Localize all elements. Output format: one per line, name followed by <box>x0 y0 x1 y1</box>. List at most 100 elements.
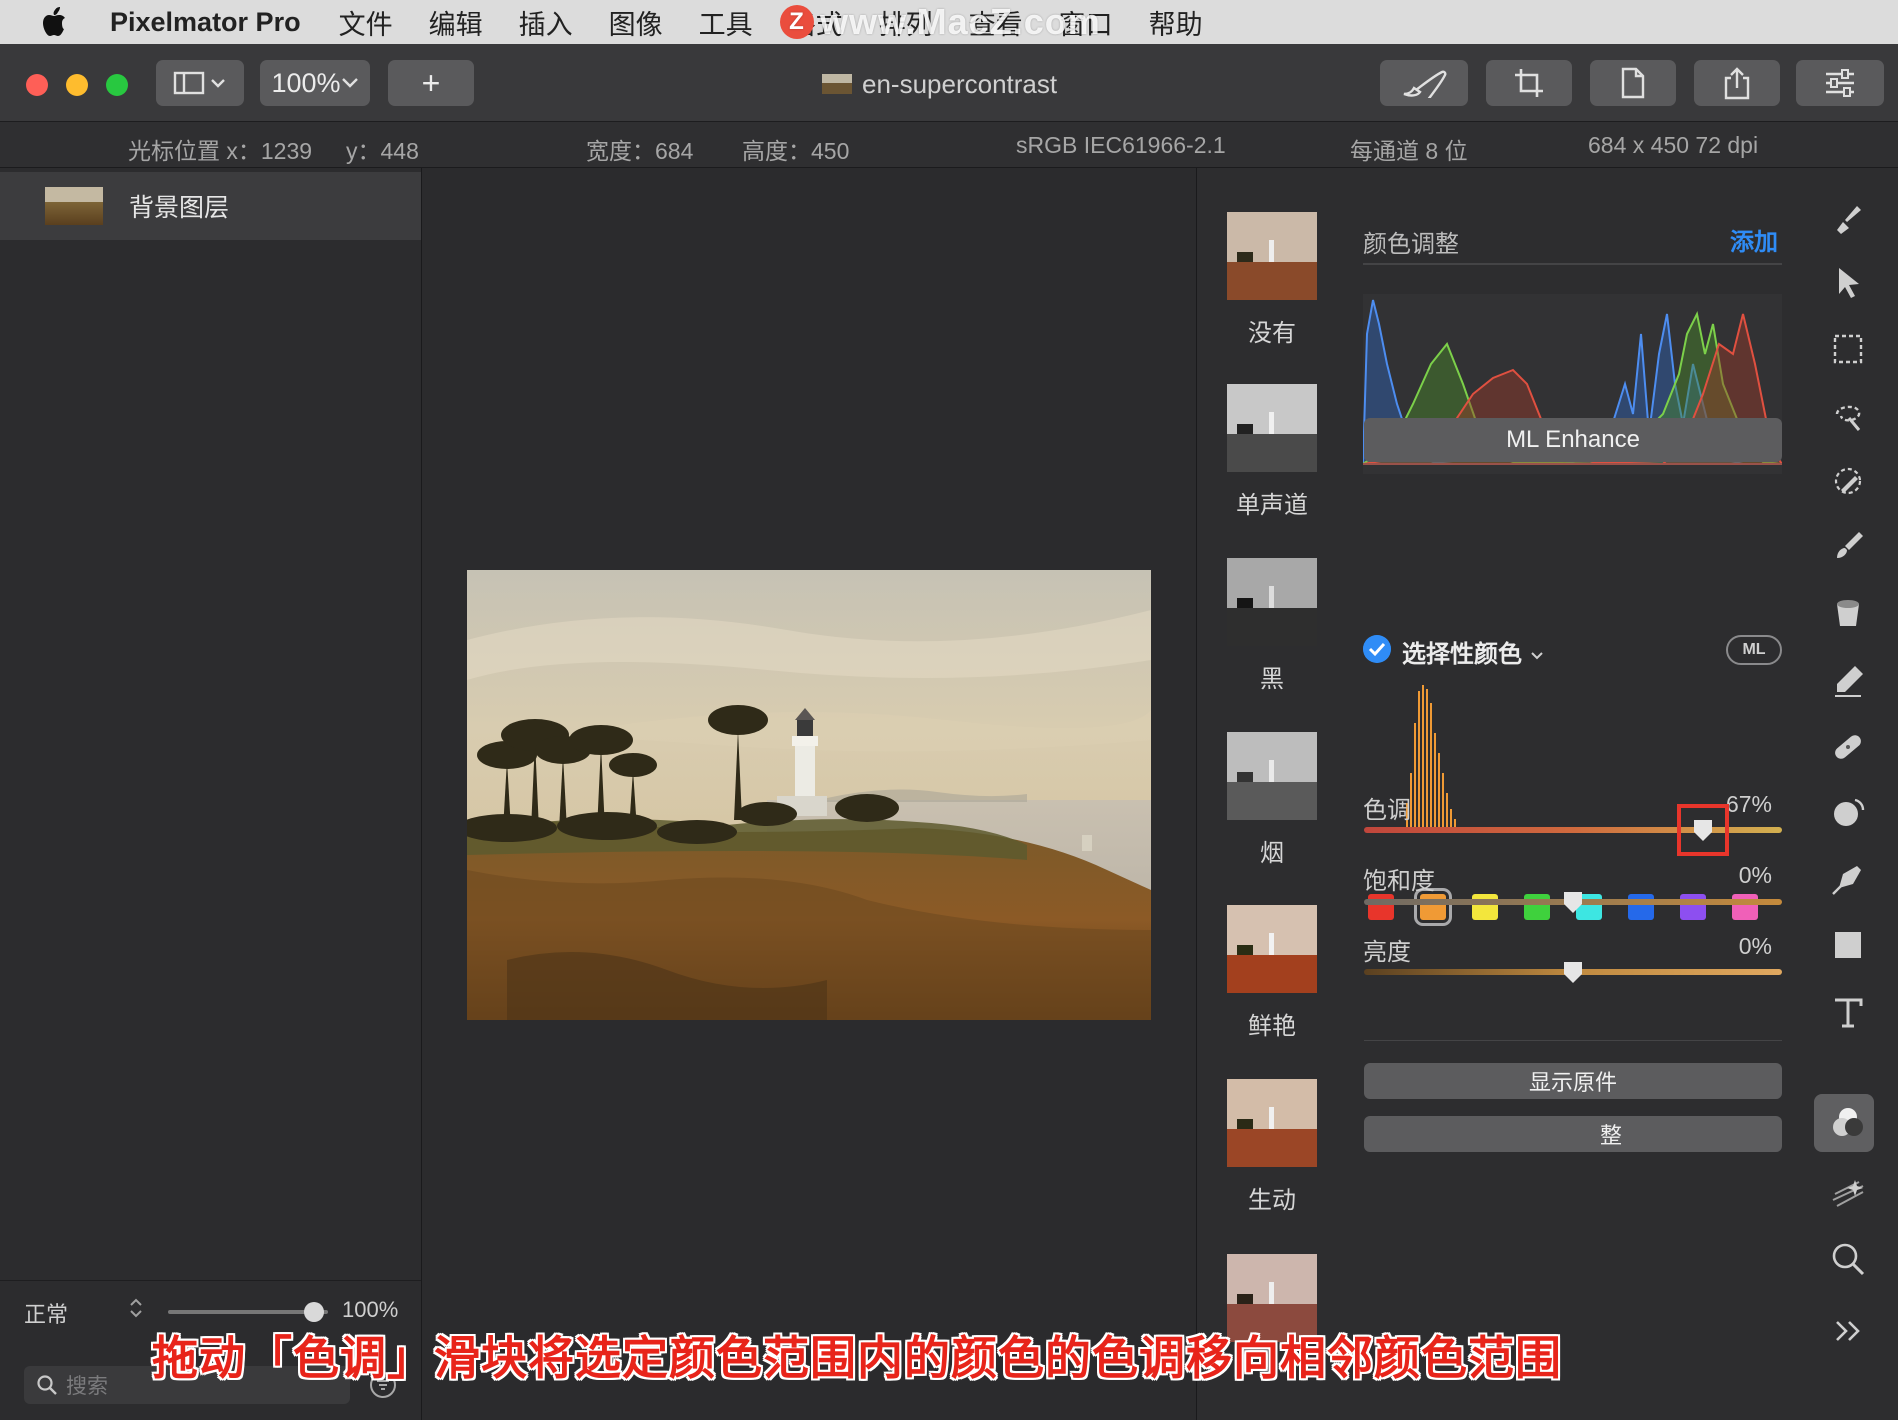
selective-color-label: 选择性颜色 <box>1402 641 1522 668</box>
blend-mode-select[interactable]: 正常 <box>24 1297 68 1329</box>
effects-tool[interactable] <box>1829 1174 1867 1212</box>
opacity-slider-knob[interactable] <box>304 1302 324 1322</box>
preset-label: 鲜艳 <box>1248 1013 1296 1040</box>
zoom-value: 100% <box>271 67 341 98</box>
preset-vivid[interactable]: 鲜艳 <box>1227 905 1317 1041</box>
canvas-image[interactable] <box>467 570 1151 1020</box>
document-title: en-supercontrast <box>822 66 1057 102</box>
layer-row[interactable]: 背景图层 <box>0 172 421 240</box>
brightness-slider-knob[interactable] <box>1562 960 1584 984</box>
menu-help[interactable]: 帮助 <box>1149 3 1203 42</box>
pen-tool[interactable] <box>1829 860 1867 898</box>
ml-enhance-label: ML Enhance <box>1506 426 1640 453</box>
rect-select-tool[interactable] <box>1829 330 1867 368</box>
layer-thumbnail <box>45 187 103 225</box>
color-swatch[interactable] <box>1732 894 1758 920</box>
sidebar-toggle-button[interactable] <box>156 60 244 106</box>
divider <box>1364 1040 1782 1041</box>
bit-depth: 每通道 8 位 <box>1350 138 1468 164</box>
paint-brush-icon <box>1837 206 1861 234</box>
image-height: 高度：450 <box>742 138 850 164</box>
add-adjustment-button[interactable]: 添加 <box>1730 222 1778 257</box>
lasso-tool[interactable] <box>1829 396 1867 434</box>
reset-label: 整 <box>1599 1123 1622 1148</box>
sidebar-icon <box>173 71 225 95</box>
toolbar: 100% + en-supercontrast <box>0 44 1898 122</box>
color-swatch[interactable] <box>1368 894 1394 920</box>
shape-tool[interactable] <box>1829 926 1867 964</box>
zoom-tool[interactable] <box>1829 1240 1867 1278</box>
preset-mono[interactable]: 单声道 <box>1227 384 1317 520</box>
retouch-tool[interactable] <box>1829 728 1867 766</box>
menu-tools[interactable]: 工具 <box>699 3 753 42</box>
document-button[interactable] <box>1590 60 1676 106</box>
brush-tool[interactable] <box>1829 528 1867 566</box>
preset-thumbnail <box>1227 1079 1317 1167</box>
preset-lively[interactable]: 生动 <box>1227 1079 1317 1215</box>
document-thumbnail <box>822 74 852 94</box>
apple-icon[interactable] <box>38 4 72 40</box>
menu-app-name[interactable]: Pixelmator Pro <box>110 7 301 38</box>
selective-color-checkbox[interactable] <box>1363 635 1391 663</box>
show-original-label: 显示原件 <box>1528 1070 1617 1095</box>
more-tools-button[interactable] <box>1829 1312 1867 1350</box>
hue-label: 色调 <box>1363 797 1411 824</box>
crop-button[interactable] <box>1486 60 1572 106</box>
close-window-button[interactable] <box>26 74 48 96</box>
reset-adjustments-button[interactable]: 整 <box>1364 1116 1782 1152</box>
add-button[interactable]: + <box>388 60 474 106</box>
color-swatch[interactable] <box>1680 894 1706 920</box>
color-adjust-tool[interactable] <box>1829 1104 1867 1142</box>
cursor-y: y：448 <box>346 138 419 164</box>
color-swatch[interactable] <box>1472 894 1498 920</box>
arrange-tool[interactable] <box>1829 264 1867 302</box>
preset-label: 单声道 <box>1236 492 1308 519</box>
type-tool[interactable] <box>1829 994 1867 1032</box>
preset-label: 没有 <box>1248 320 1296 347</box>
ml-auto-button[interactable]: ML <box>1726 635 1782 665</box>
up-down-chevron-icon[interactable] <box>128 1295 144 1321</box>
paint-brush-tool[interactable] <box>1829 200 1867 238</box>
info-bar: 光标位置 x：1239 y：448 宽度：684 高度：450 sRGB IEC… <box>0 122 1898 168</box>
color-swatch[interactable] <box>1524 894 1550 920</box>
menu-file[interactable]: 文件 <box>339 3 393 42</box>
lasso-icon <box>1835 405 1861 431</box>
saturation-value: 0% <box>1738 862 1772 888</box>
preset-black[interactable]: 黑 <box>1227 558 1317 694</box>
color-swatch[interactable] <box>1628 894 1654 920</box>
bucket-icon <box>1837 600 1859 626</box>
opacity-slider[interactable] <box>168 1302 328 1322</box>
fill-tool[interactable] <box>1829 594 1867 632</box>
zoom-dropdown[interactable]: 100% <box>260 60 370 106</box>
zoom-icon <box>1832 1243 1865 1276</box>
ml-enhance-button[interactable]: ML Enhance <box>1364 418 1782 462</box>
menu-edit[interactable]: 编辑 <box>429 3 483 42</box>
effects-icon <box>1832 1180 1864 1207</box>
erase-tool[interactable] <box>1829 662 1867 700</box>
preset-smoke[interactable]: 烟 <box>1227 732 1317 868</box>
menu-image[interactable]: 图像 <box>609 3 663 42</box>
preset-thumbnail <box>1227 384 1317 472</box>
color-picker-tool[interactable] <box>1829 462 1867 500</box>
distort-tool[interactable] <box>1829 794 1867 832</box>
paintbrush-icon <box>1403 70 1447 98</box>
color-swatch[interactable] <box>1414 888 1452 926</box>
canvas-area[interactable] <box>423 168 1195 1420</box>
preset-none[interactable]: 没有 <box>1227 212 1317 348</box>
menu-insert[interactable]: 插入 <box>519 3 573 42</box>
saturation-slider-knob[interactable] <box>1562 890 1584 914</box>
search-placeholder: 搜索 <box>66 1375 108 1398</box>
selective-color-title[interactable]: 选择性颜色 <box>1402 634 1545 669</box>
arrow-pointer-icon <box>1839 268 1859 298</box>
show-original-button[interactable]: 显示原件 <box>1364 1063 1782 1099</box>
zoom-window-button[interactable] <box>106 74 128 96</box>
pen-icon <box>1832 866 1861 895</box>
paint-tool-button[interactable] <box>1380 60 1468 106</box>
document-title-text: en-supercontrast <box>862 68 1058 99</box>
preset-label: 黑 <box>1260 666 1284 693</box>
share-button[interactable] <box>1694 60 1780 106</box>
color-adjustments-title: 颜色调整 <box>1363 231 1459 258</box>
minimize-window-button[interactable] <box>66 74 88 96</box>
add-label: + <box>421 64 441 101</box>
tool-options-button[interactable] <box>1796 60 1884 106</box>
